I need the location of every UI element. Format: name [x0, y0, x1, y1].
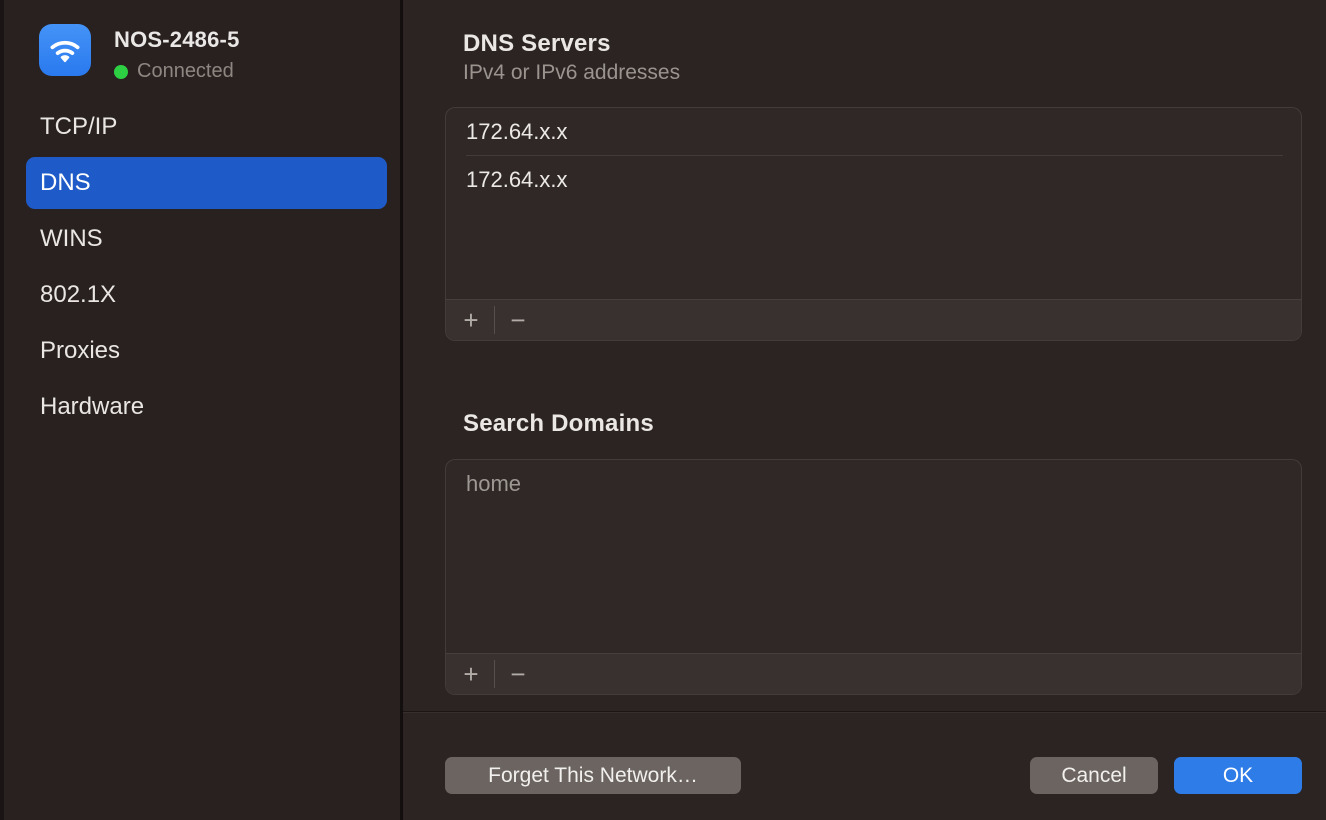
search-domains-list-toolbar: + −	[446, 653, 1301, 694]
ok-button[interactable]: OK	[1174, 757, 1302, 794]
sidebar-item-proxies[interactable]: Proxies	[26, 325, 387, 377]
footer-separator-highlight	[403, 712, 1326, 713]
sidebar: NOS-2486-5 Connected TCP/IP DNS WINS 802…	[4, 0, 400, 820]
sidebar-item-wins[interactable]: WINS	[26, 213, 387, 265]
remove-search-domain-button[interactable]: −	[495, 654, 541, 694]
forget-network-button[interactable]: Forget This Network…	[445, 757, 741, 794]
dns-servers-subtitle: IPv4 or IPv6 addresses	[463, 61, 680, 85]
sidebar-item-8021x[interactable]: 802.1X	[26, 269, 387, 321]
dns-servers-title: DNS Servers	[463, 30, 611, 58]
cancel-button[interactable]: Cancel	[1030, 757, 1158, 794]
wifi-icon	[39, 24, 91, 76]
remove-dns-server-button[interactable]: −	[495, 300, 541, 340]
add-search-domain-button[interactable]: +	[448, 654, 494, 694]
sidebar-item-tcpip[interactable]: TCP/IP	[26, 101, 387, 153]
search-domains-list: home + −	[445, 459, 1302, 695]
connection-status-label: Connected	[137, 60, 234, 83]
connected-status-dot	[114, 65, 128, 79]
network-header: NOS-2486-5 Connected	[39, 24, 240, 83]
sidebar-item-hardware[interactable]: Hardware	[26, 381, 387, 433]
network-name: NOS-2486-5	[114, 27, 240, 53]
search-domain-row[interactable]: home	[446, 460, 1301, 507]
dns-server-row[interactable]: 172.64.x.x	[446, 108, 1301, 155]
dns-server-row[interactable]: 172.64.x.x	[446, 156, 1301, 203]
dns-servers-list: 172.64.x.x 172.64.x.x + −	[445, 107, 1302, 341]
sidebar-item-dns[interactable]: DNS	[26, 157, 387, 209]
dns-settings-panel: DNS Servers IPv4 or IPv6 addresses 172.6…	[403, 0, 1326, 820]
settings-nav: TCP/IP DNS WINS 802.1X Proxies Hardware	[26, 101, 387, 437]
add-dns-server-button[interactable]: +	[448, 300, 494, 340]
dns-servers-list-toolbar: + −	[446, 299, 1301, 340]
search-domains-title: Search Domains	[463, 410, 654, 438]
